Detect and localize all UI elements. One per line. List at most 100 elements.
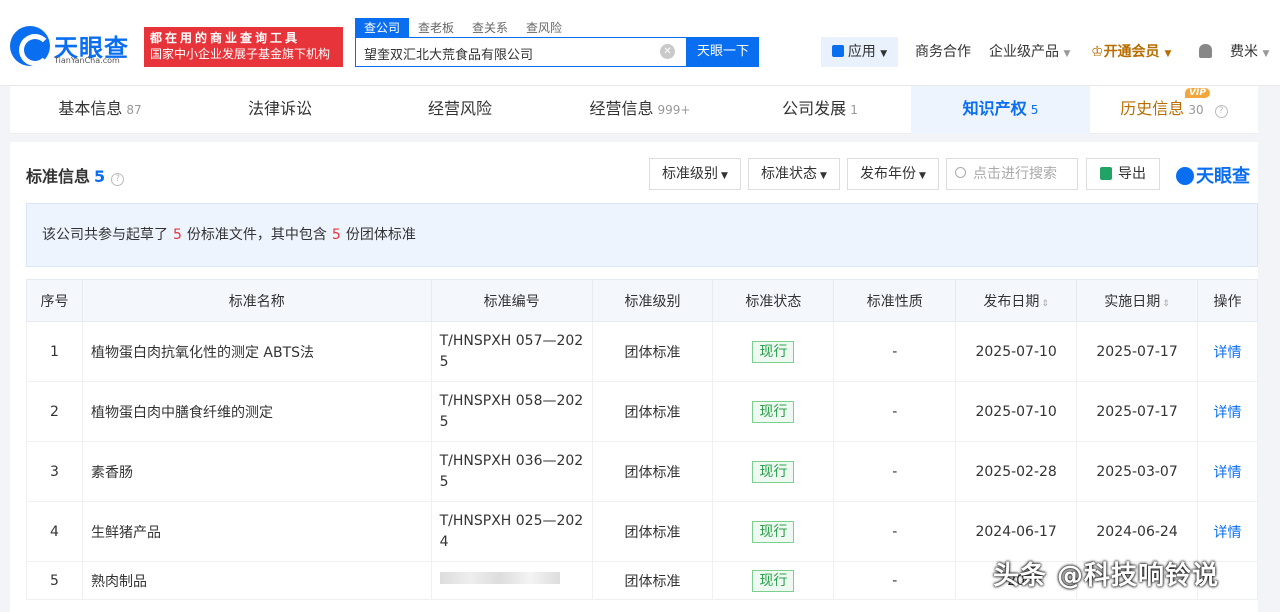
apps-label: 应用	[847, 44, 876, 60]
search-tab-boss[interactable]: 查老板	[409, 18, 463, 37]
brand-logo: 天眼查	[1176, 162, 1250, 188]
vip-badge: VIP	[1185, 88, 1210, 98]
clear-icon[interactable]: ✕	[660, 44, 675, 59]
standards-panel: 标准信息 5? 标准级别 ▼ 标准状态 ▼ 发布年份 ▼ 点击进行搜索 导出 天眼查 该…	[10, 142, 1258, 612]
cell-pub-date: 2024-06-17	[955, 501, 1078, 562]
help-icon[interactable]: ?	[111, 173, 125, 186]
cell-pub-date: 2025-07-10	[955, 381, 1078, 442]
export-button[interactable]: 导出	[1086, 158, 1160, 190]
filter-standard-status[interactable]: 标准状态 ▼	[748, 158, 840, 190]
cell-impl-date: 2025-07-17	[1076, 321, 1199, 382]
cell-impl-date: 2025-07-17	[1076, 381, 1199, 442]
tab-operating-info[interactable]: 经营信息 999+	[550, 86, 730, 134]
cell-pub-date: 2025-02-28	[955, 441, 1078, 502]
export-label: 导出	[1118, 166, 1146, 182]
crown-icon: ♔	[1091, 44, 1104, 60]
business-link[interactable]: 商务合作	[915, 37, 971, 67]
company-section-tabs: 基本信息 87 法律诉讼 经营风险 经营信息 999+ 公司发展 1 知识产权 5 历史…	[10, 86, 1258, 134]
col-header: 标准级别	[591, 279, 714, 322]
vip-menu[interactable]: ♔开通会员 ▼	[1091, 37, 1171, 67]
promo-line-1: 都在用的商业查询工具	[150, 31, 301, 45]
cell-level: 团体标准	[591, 501, 714, 562]
tab-company-development[interactable]: 公司发展 1	[730, 86, 910, 134]
col-header-sortable[interactable]: 发布日期 ⇕	[955, 279, 1078, 322]
tab-history[interactable]: 历史信息 30 ?	[1090, 86, 1258, 134]
summary-text: 该公司共参与起草了	[42, 227, 168, 243]
section-count: 5	[94, 167, 106, 186]
cell-nature: -	[833, 441, 957, 502]
enterprise-products-menu[interactable]: 企业级产品 ▼	[989, 37, 1070, 67]
summary-text: 份标准文件，其中包含	[186, 227, 327, 243]
detail-link[interactable]: 详情	[1214, 465, 1242, 481]
cell-action: 详情	[1197, 441, 1258, 502]
filter-standard-level[interactable]: 标准级别 ▼	[649, 158, 741, 190]
cell-status: 现行	[712, 501, 835, 562]
detail-link[interactable]: 详情	[1214, 345, 1242, 361]
cell-no: 3	[26, 441, 83, 502]
cell-action: 详情	[1197, 501, 1258, 562]
tab-count: 999+	[657, 103, 691, 117]
notification-bell[interactable]	[1199, 37, 1212, 67]
chevron-down-icon: ▼	[1262, 49, 1270, 59]
search-button[interactable]: 天眼一下	[687, 37, 759, 67]
cell-impl-date: 2024-06-24	[1076, 501, 1199, 562]
chevron-down-icon: ▼	[1063, 49, 1071, 59]
table-row: 3 素香肠 T/HNSPXH 036—2025 团体标准 现行 - 2025-0…	[26, 441, 1258, 502]
cell-nature: -	[833, 561, 957, 600]
filter-publish-year[interactable]: 发布年份 ▼	[847, 158, 939, 190]
logo-icon	[10, 26, 51, 66]
cell-level: 团体标准	[591, 441, 714, 502]
tab-basic-info[interactable]: 基本信息 87	[10, 86, 190, 134]
apps-menu[interactable]: 应用 ▼	[821, 37, 898, 67]
col-header: 标准状态	[712, 279, 835, 322]
search-tab-risk[interactable]: 查风险	[517, 18, 571, 37]
detail-link[interactable]: 详情	[1214, 525, 1242, 541]
table-search-input[interactable]: 点击进行搜索	[946, 158, 1078, 190]
vip-label: 开通会员	[1103, 44, 1160, 60]
tianyancha-logo[interactable]: 天眼查 TianYanCha.com	[10, 26, 142, 70]
cell-code: T/HNSPXH 036—2025	[430, 441, 593, 502]
col-header: 标准编号	[430, 279, 593, 322]
cell-impl-date: 2025-03-07	[1076, 441, 1199, 502]
tab-operating-risk[interactable]: 经营风险	[370, 86, 550, 134]
filter-label: 发布年份	[860, 166, 916, 182]
sort-icon: ⇕	[1162, 298, 1170, 309]
col-header: 操作	[1197, 279, 1258, 322]
cell-no: 2	[26, 381, 83, 442]
search-tab-company[interactable]: 查公司	[355, 18, 410, 37]
cell-code: T/HNSPXH 025—2024	[430, 501, 593, 562]
tab-label: 法律诉讼	[247, 99, 312, 118]
search-tab-relation[interactable]: 查关系	[463, 18, 517, 37]
bell-icon	[1199, 44, 1212, 58]
cell-name: 生鲜猪产品	[81, 501, 432, 562]
apps-grid-icon	[831, 45, 844, 57]
tab-count: 30	[1188, 103, 1204, 117]
top-header: 天眼查 TianYanCha.com 都在用的商业查询工具 国家中小企业发展子基…	[0, 0, 1280, 86]
chevron-down-icon: ▼	[880, 49, 888, 59]
summary-count: 5	[173, 227, 182, 243]
tab-label: 公司发展	[782, 99, 847, 118]
cell-name: 植物蛋白肉中膳食纤维的测定	[81, 381, 432, 442]
status-badge: 现行	[752, 520, 795, 543]
tab-intellectual-property[interactable]: 知识产权 5	[911, 86, 1090, 134]
cell-code: T/HNSPXH 057—2025	[430, 321, 593, 382]
user-menu[interactable]: 费米 ▼	[1230, 37, 1269, 67]
cell-level: 团体标准	[591, 561, 714, 600]
blurred-code	[439, 572, 560, 584]
search-input[interactable]: 望奎双汇北大荒食品有限公司	[355, 37, 687, 67]
cell-code	[430, 561, 593, 600]
cell-name: 植物蛋白肉抗氧化性的测定 ABTS法	[81, 321, 432, 382]
promo-banner[interactable]: 都在用的商业查询工具 国家中小企业发展子基金旗下机构	[144, 27, 343, 67]
col-header: 标准性质	[833, 279, 957, 322]
tab-legal[interactable]: 法律诉讼	[190, 86, 370, 134]
detail-link[interactable]: 详情	[1214, 405, 1242, 421]
search-placeholder: 点击进行搜索	[973, 166, 1057, 182]
tab-count: 1	[850, 103, 858, 117]
col-header-sortable[interactable]: 实施日期 ⇕	[1076, 279, 1199, 322]
search-icon	[955, 167, 966, 178]
cell-level: 团体标准	[591, 381, 714, 442]
section-title-text: 标准信息	[26, 167, 91, 186]
col-header: 标准名称	[81, 279, 432, 322]
cell-pub-date: 2025-07-10	[955, 321, 1078, 382]
table-row: 4 生鲜猪产品 T/HNSPXH 025—2024 团体标准 现行 - 2024…	[26, 501, 1258, 562]
